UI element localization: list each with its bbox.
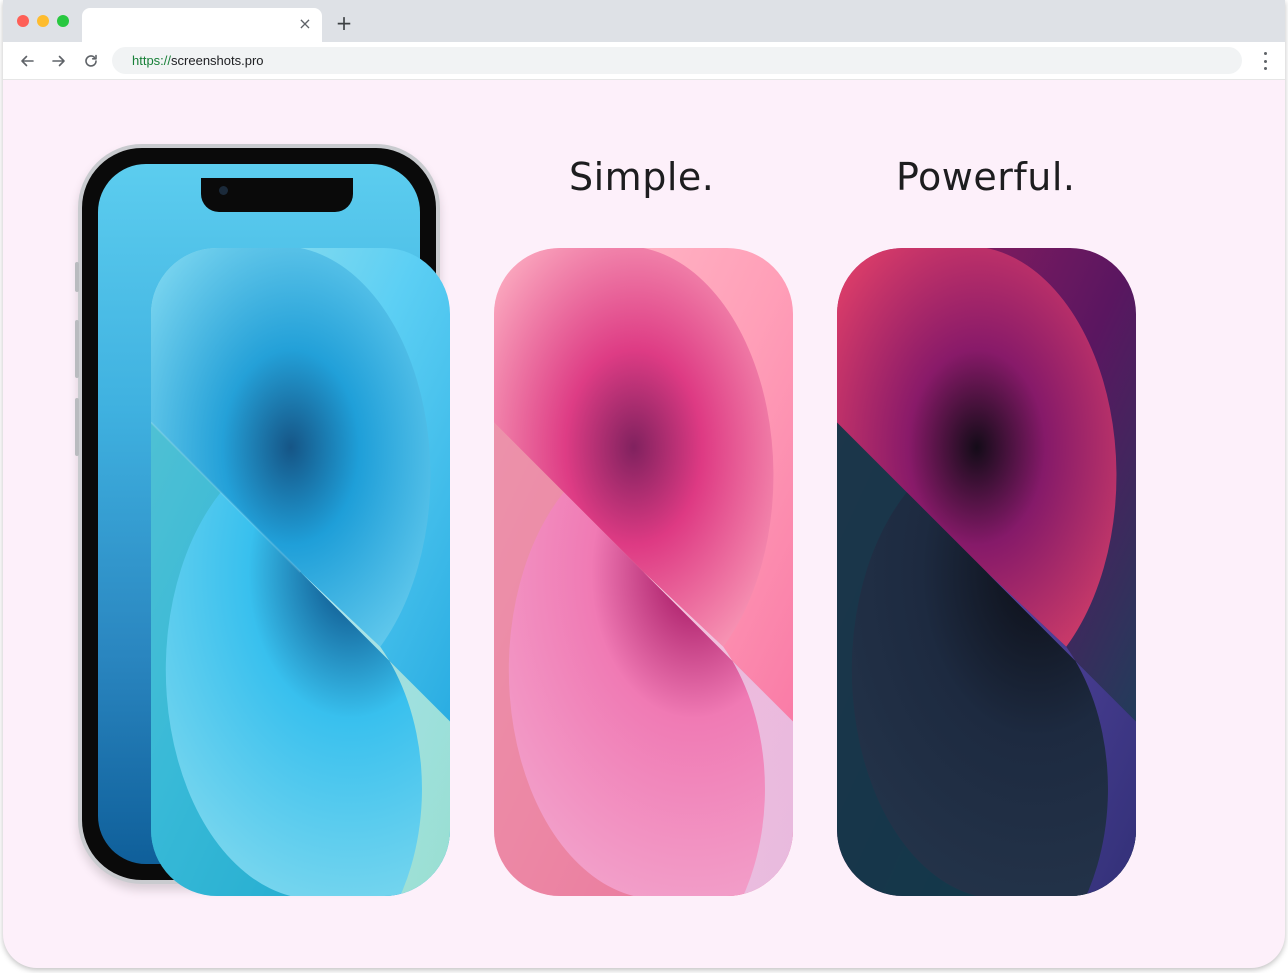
wallpaper-pink-art xyxy=(494,248,793,896)
url-scheme: https:// xyxy=(132,53,172,68)
wallpaper-blue xyxy=(151,248,450,896)
forward-button[interactable] xyxy=(48,50,70,72)
wallpaper-pink xyxy=(494,248,793,896)
address-bar[interactable]: https://screenshots.pro xyxy=(112,47,1242,74)
tab-bar: × + xyxy=(3,0,1285,42)
wallpaper-blue-art xyxy=(151,248,450,896)
maximize-window-button[interactable] xyxy=(57,15,69,27)
browser-window: × + https://screenshots.pro Simple. Powe… xyxy=(3,0,1285,968)
phone-side-button xyxy=(75,262,79,292)
new-tab-button[interactable]: + xyxy=(333,12,355,34)
wallpaper-midnight xyxy=(837,248,1136,896)
url-host: screenshots.pro xyxy=(171,53,264,68)
browser-tab[interactable]: × xyxy=(82,8,322,42)
minimize-window-button[interactable] xyxy=(37,15,49,27)
phone-side-button xyxy=(75,320,79,378)
page-content: Simple. Powerful. xyxy=(3,80,1285,968)
close-tab-icon[interactable]: × xyxy=(296,14,314,34)
phone-side-button xyxy=(75,398,79,456)
phone-notch xyxy=(201,178,353,212)
wallpaper-midnight-art xyxy=(837,248,1136,896)
heading-simple: Simple. xyxy=(569,155,715,199)
browser-toolbar: https://screenshots.pro xyxy=(3,42,1285,80)
camera-icon xyxy=(219,186,228,195)
back-button[interactable] xyxy=(16,50,38,72)
reload-button[interactable] xyxy=(80,50,102,72)
kebab-menu-icon[interactable] xyxy=(1259,52,1271,70)
reload-icon xyxy=(85,54,97,67)
arrow-left-icon xyxy=(21,55,34,67)
heading-powerful: Powerful. xyxy=(896,155,1076,199)
close-window-button[interactable] xyxy=(17,15,29,27)
arrow-right-icon xyxy=(52,55,65,67)
